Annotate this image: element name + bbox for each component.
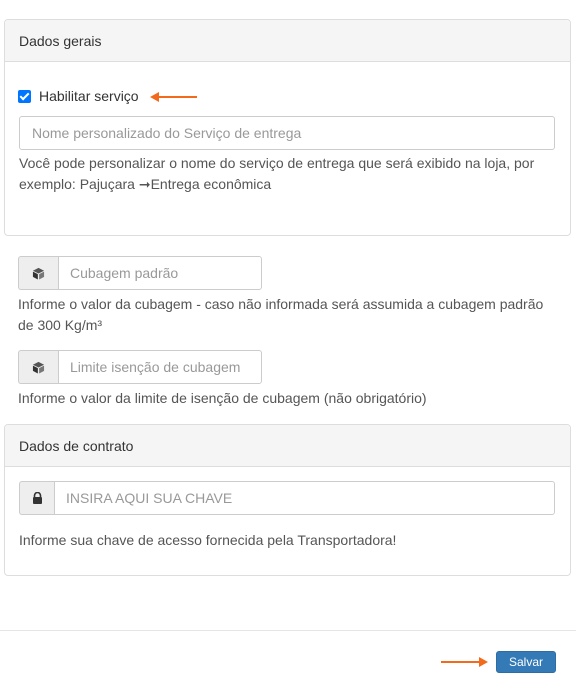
contract-panel-heading: Dados de contrato bbox=[5, 425, 570, 467]
cubage-exemption-group: Limite isenção de cubagem bbox=[18, 350, 262, 384]
service-name-help: Você pode personalizar o nome do serviço… bbox=[19, 153, 559, 195]
cubage-exemption-placeholder: Limite isenção de cubagem bbox=[70, 359, 241, 375]
contract-panel-title: Dados de contrato bbox=[19, 437, 134, 454]
box-icon bbox=[32, 361, 45, 373]
contract-key-placeholder: INSIRA AQUI SUA CHAVE bbox=[66, 490, 233, 506]
general-panel-heading: Dados gerais bbox=[5, 20, 570, 62]
box-icon bbox=[32, 267, 45, 279]
service-name-placeholder: Nome personalizado do Serviço de entrega bbox=[32, 125, 302, 141]
contract-key-help-text: Informe sua chave de acesso fornecida pe… bbox=[19, 532, 397, 548]
contract-key-help: Informe sua chave de acesso fornecida pe… bbox=[19, 530, 559, 551]
default-cubage-help-line1: Informe o valor da cubagem - caso não in… bbox=[18, 296, 544, 312]
default-cubage-addon bbox=[18, 256, 58, 290]
default-cubage-placeholder: Cubagem padrão bbox=[70, 265, 179, 281]
save-button-label: Salvar bbox=[508, 655, 543, 669]
contract-key-addon bbox=[19, 481, 54, 515]
service-name-help-line1: Você pode personalizar o nome do serviço… bbox=[19, 155, 535, 171]
cubage-exemption-addon bbox=[18, 350, 58, 384]
cubage-exemption-input[interactable]: Limite isenção de cubagem bbox=[58, 350, 262, 384]
default-cubage-help-line2: de 300 Kg/m³ bbox=[18, 317, 103, 333]
service-name-input[interactable]: Nome personalizado do Serviço de entrega bbox=[19, 116, 555, 150]
default-cubage-group: Cubagem padrão bbox=[18, 256, 262, 290]
service-name-help-line2: exemplo: Pajuçara ➞Entrega econômica bbox=[19, 176, 272, 192]
enable-service-label[interactable]: Habilitar serviço bbox=[39, 88, 139, 104]
cubage-exemption-help: Informe o valor da limite de isenção de … bbox=[18, 388, 563, 409]
enable-service-checkbox[interactable] bbox=[18, 89, 31, 103]
default-cubage-input[interactable]: Cubagem padrão bbox=[58, 256, 262, 290]
annotation-arrow-icon bbox=[150, 92, 197, 102]
save-button[interactable]: Salvar bbox=[496, 651, 556, 673]
footer-divider bbox=[0, 630, 576, 631]
cubage-exemption-help-text: Informe o valor da limite de isenção de … bbox=[18, 390, 427, 406]
general-panel-title: Dados gerais bbox=[19, 32, 102, 49]
lock-icon bbox=[32, 492, 42, 504]
enable-service-row[interactable]: Habilitar serviço bbox=[18, 88, 139, 104]
annotation-arrow-icon bbox=[441, 657, 488, 667]
contract-key-group: INSIRA AQUI SUA CHAVE bbox=[19, 481, 555, 515]
default-cubage-help: Informe o valor da cubagem - caso não in… bbox=[18, 294, 563, 336]
contract-key-input[interactable]: INSIRA AQUI SUA CHAVE bbox=[54, 481, 555, 515]
